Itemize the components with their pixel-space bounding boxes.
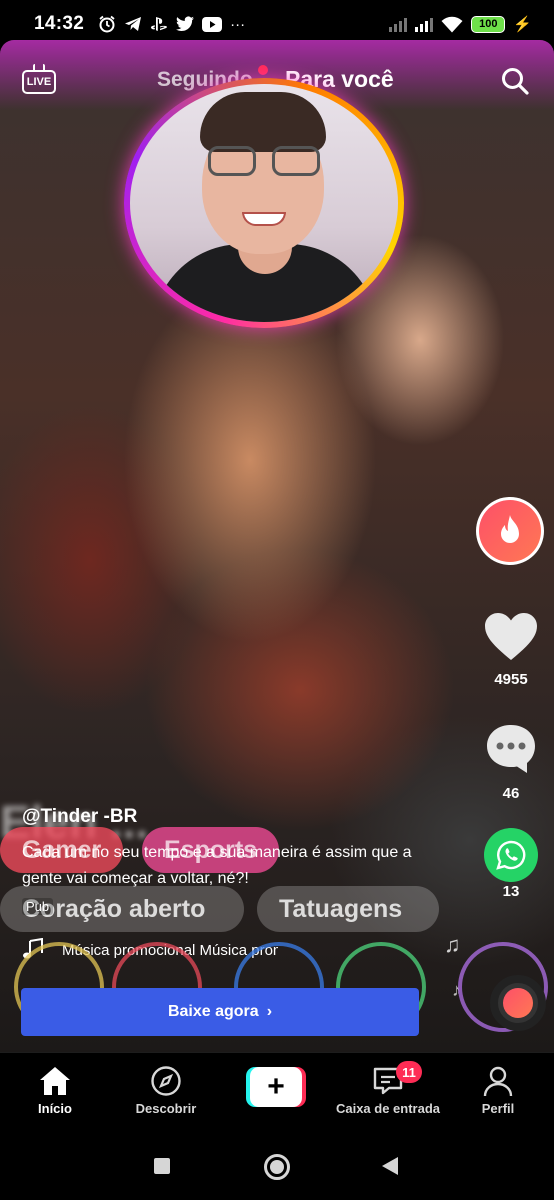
nav-inbox-label: Caixa de entrada <box>335 1101 441 1116</box>
nav-discover-label: Descobrir <box>135 1101 197 1116</box>
signal-icon-2 <box>415 16 434 32</box>
search-icon[interactable] <box>500 66 530 96</box>
home-icon <box>40 1067 70 1095</box>
charging-icon: ⚡ <box>513 16 532 33</box>
home-button-icon[interactable] <box>264 1154 290 1180</box>
comment-count: 46 <box>502 785 520 802</box>
comment-icon[interactable] <box>484 722 538 776</box>
status-right: 100 ⚡ <box>389 15 532 33</box>
more-dots-icon: ··· <box>230 15 246 33</box>
tinder-flame-icon <box>501 515 519 543</box>
twitter-icon <box>176 16 195 32</box>
chevron-right-icon: › <box>266 1003 273 1020</box>
whatsapp-share-icon[interactable] <box>484 828 538 882</box>
post-caption: Cada um no seu tempo e a sua maneira é a… <box>22 844 412 887</box>
creator-face-bubble <box>124 78 404 328</box>
download-now-label: Baixe agora <box>167 1003 259 1020</box>
system-navigation <box>0 1122 554 1200</box>
advertiser-avatar[interactable] <box>476 497 544 565</box>
interest-pill-tattoos: Tatuagens <box>257 886 439 932</box>
nav-home-label: Início <box>38 1101 72 1116</box>
compass-icon <box>151 1066 181 1096</box>
signal-icon <box>389 16 408 32</box>
alarm-icon <box>99 15 115 33</box>
whatsapp-glyph-icon <box>496 840 526 870</box>
nav-profile[interactable]: Perfil <box>470 1065 526 1116</box>
tab-following-dot <box>258 65 268 75</box>
nav-inbox[interactable]: 11 Caixa de entrada <box>328 1061 448 1116</box>
create-video-button[interactable]: + <box>246 1067 306 1107</box>
nav-profile-label: Perfil <box>481 1101 515 1116</box>
status-time: 14:32 <box>34 13 85 34</box>
like-count: 4955 <box>494 671 528 688</box>
live-icon[interactable]: LIVE <box>22 64 56 94</box>
heart-icon[interactable] <box>484 612 538 662</box>
nav-home[interactable]: Início <box>30 1065 80 1116</box>
profile-icon <box>483 1066 513 1097</box>
ad-badge: Pub <box>22 898 54 915</box>
bottom-navigation: Início Descobrir + 11 Caixa de entrada P… <box>0 1052 554 1122</box>
creator-face-image <box>130 84 398 322</box>
youtube-icon <box>202 16 223 32</box>
music-disc-icon[interactable] <box>490 975 546 1031</box>
floating-note-icon: ♫ <box>444 932 461 957</box>
battery-icon: 100 <box>471 15 506 33</box>
download-now-button[interactable]: Baixe agora › <box>21 988 419 1036</box>
telegram-icon <box>125 17 142 31</box>
inbox-badge: 11 <box>396 1061 422 1083</box>
playstation-icon <box>151 17 168 31</box>
live-label: LIVE <box>22 70 56 94</box>
post-username[interactable]: @Tinder -BR <box>22 806 137 828</box>
wifi-icon <box>441 16 463 32</box>
share-count: 13 <box>502 883 520 900</box>
notification-icons: ··· <box>98 15 245 33</box>
nav-discover[interactable]: Descobrir <box>128 1065 204 1116</box>
back-icon[interactable] <box>382 1157 398 1175</box>
recent-apps-icon[interactable] <box>154 1158 170 1174</box>
plus-icon: + <box>250 1067 302 1107</box>
